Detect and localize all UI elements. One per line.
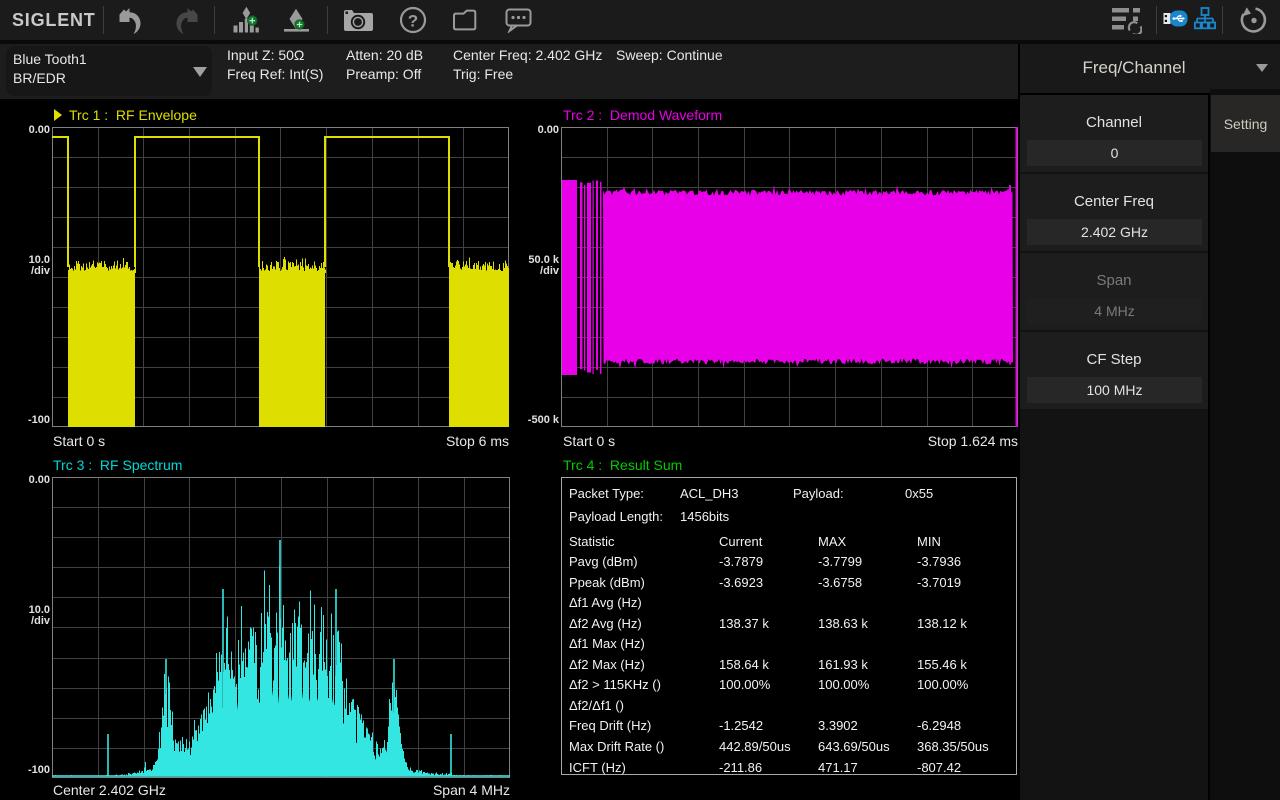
svg-text:?: ?	[408, 12, 418, 31]
